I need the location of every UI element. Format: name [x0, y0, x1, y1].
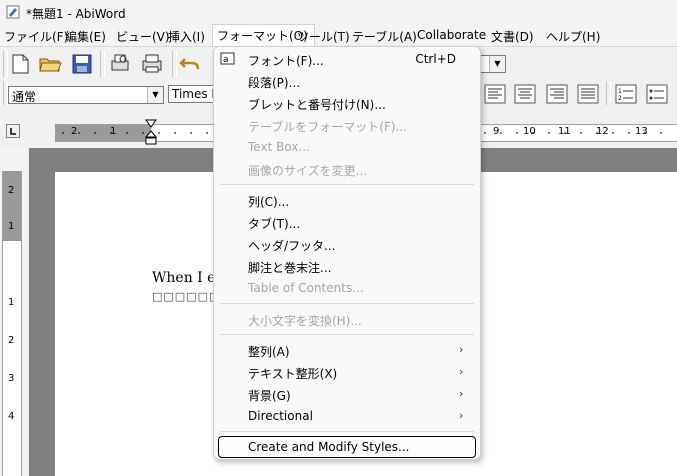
menu-separator [220, 303, 474, 304]
title-bar: *無題1 - AbiWord [0, 0, 677, 24]
zoom-dropdown[interactable]: ▼ [478, 55, 506, 73]
menu-item-bullets-numbering[interactable]: ブレットと番号付け(N)... [248, 96, 386, 113]
style-select[interactable]: 通常 ▼ [8, 86, 164, 104]
ruler-label: 10 [523, 126, 536, 137]
indent-marker-icon[interactable] [145, 119, 157, 145]
menu-view[interactable]: ビュー(V) [116, 28, 170, 45]
ruler-label: 9 [493, 126, 500, 137]
submenu-arrow-icon: › [459, 365, 464, 378]
ruler-label: 2 [8, 335, 15, 346]
menu-item-resize-image: 画像のサイズを変更... [248, 164, 368, 178]
toolbar-grip [606, 81, 611, 105]
menu-tools[interactable]: ツール(T) [297, 28, 350, 45]
open-folder-icon[interactable] [38, 53, 62, 75]
menu-item-header-footer[interactable]: ヘッダ/フッタ... [248, 237, 336, 254]
font-select[interactable]: Times N [168, 85, 220, 103]
toolbar-grip [100, 51, 105, 77]
format-menu-dropdown: a フォント(F)... Ctrl+D 段落(P)... ブレットと番号付け(N… [213, 46, 481, 460]
abiword-app-icon [6, 5, 20, 19]
window-title: *無題1 - AbiWord [26, 7, 126, 21]
svg-text:2: 2 [618, 95, 622, 102]
vertical-ruler[interactable]: 2 1 1 2 3 4 [2, 171, 22, 476]
ruler-label: 2 [71, 126, 78, 137]
menu-item-format-table: テーブルをフォーマット(F)... [248, 120, 407, 134]
submenu-arrow-icon: › [459, 343, 464, 356]
menu-item-background[interactable]: 背景(G) [248, 387, 291, 404]
menu-item-footnotes[interactable]: 脚注と巻末注... [248, 259, 331, 276]
save-icon[interactable] [70, 53, 94, 75]
ruler-label: 12 [596, 126, 609, 137]
bulleted-list-icon[interactable] [645, 83, 669, 105]
ruler-label: 1 [8, 221, 15, 232]
toolbar-grip [172, 51, 177, 77]
submenu-arrow-icon: › [459, 409, 464, 422]
new-document-icon[interactable] [8, 53, 32, 75]
document-text-line[interactable]: □□□□□□ [152, 290, 220, 303]
menu-item-paragraph[interactable]: 段落(P)... [248, 74, 300, 91]
menu-item-columns[interactable]: 列(C)... [248, 193, 289, 210]
align-right-icon[interactable] [545, 83, 569, 105]
print-preview-icon[interactable] [108, 53, 132, 75]
align-center-icon[interactable] [513, 83, 537, 105]
chevron-down-icon[interactable]: ▼ [489, 56, 505, 72]
left-tab-icon [10, 128, 16, 135]
menu-item-align[interactable]: 整列(A) [248, 343, 290, 360]
align-justify-icon[interactable] [576, 83, 600, 105]
menu-item-text-box: Text Box... [248, 140, 310, 154]
submenu-arrow-icon: › [459, 387, 464, 400]
ruler-label: 2 [8, 185, 15, 196]
print-icon[interactable] [140, 53, 164, 75]
menu-item-change-case: 大小文字を変換(H)... [248, 314, 362, 328]
menu-item-create-modify-styles[interactable]: Create and Modify Styles... [248, 440, 410, 454]
menu-collaborate[interactable]: Collaborate [417, 28, 486, 42]
menu-edit[interactable]: 編集(E) [65, 28, 106, 45]
ruler-label: 3 [8, 373, 15, 384]
menu-table[interactable]: テーブル(A) [352, 28, 417, 45]
menu-item-font[interactable]: フォント(F)... [248, 52, 324, 69]
font-icon: a [220, 52, 235, 65]
menu-help[interactable]: ヘルプ(H) [546, 28, 600, 45]
undo-icon[interactable] [178, 53, 202, 75]
menu-item-text-formatting[interactable]: テキスト整形(X) [248, 365, 337, 382]
menu-item-directional[interactable]: Directional [248, 409, 313, 423]
ruler-label: 11 [558, 126, 571, 137]
menu-insert[interactable]: 挿入(I) [168, 28, 205, 45]
shortcut-font: Ctrl+D [415, 52, 456, 66]
ruler-label: 1 [110, 126, 117, 137]
document-text-line[interactable]: When I e [152, 270, 215, 286]
ruler-label: 4 [8, 411, 15, 422]
menu-item-tabs[interactable]: タブ(T)... [248, 215, 300, 232]
menu-file[interactable]: ファイル(F) [4, 28, 68, 45]
menu-document[interactable]: 文書(D) [491, 28, 534, 45]
style-select-value: 通常 [12, 90, 37, 104]
menu-separator [220, 334, 474, 335]
menu-separator [220, 431, 474, 432]
numbered-list-icon[interactable]: 1 2 [614, 83, 638, 105]
ruler-label: 13 [635, 126, 648, 137]
svg-text:a: a [223, 55, 229, 65]
chevron-down-icon[interactable]: ▼ [147, 87, 163, 103]
ruler-label: 1 [8, 297, 15, 308]
tab-stop-selector[interactable] [6, 124, 20, 138]
menu-bar: ファイル(F) 編集(E) ビュー(V) 挿入(I) フォーマット(O) ツール… [0, 24, 677, 46]
align-left-icon[interactable] [483, 83, 507, 105]
svg-text:1: 1 [618, 88, 622, 95]
menu-item-table-of-contents: Table of Contents... [248, 281, 364, 295]
menu-separator [220, 184, 474, 185]
